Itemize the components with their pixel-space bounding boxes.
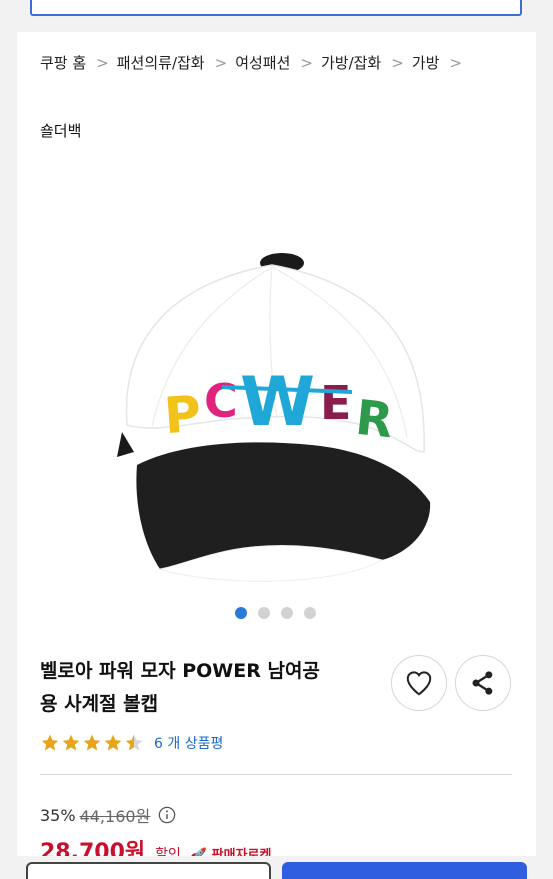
carousel-indicator [235,607,316,619]
chevron-right-icon: > [391,53,404,72]
letter-o: C [204,374,238,428]
star-icon [125,734,143,751]
breadcrumb-bags-goods[interactable]: 가방/잡화 [321,52,381,73]
search-box[interactable] [30,0,522,16]
price-row: 35% 44,160원 [40,803,176,827]
share-button[interactable] [455,655,511,711]
carousel-dot[interactable] [235,607,247,619]
star-rating [40,733,144,753]
wishlist-button[interactable] [391,655,447,711]
divider [40,774,512,775]
star-icon [104,734,122,751]
product-title-line2: 용 사계절 볼캡 [40,693,159,715]
top-bar [0,0,553,32]
product-title-line1: 벨로아 파워 모자 POWER 남여공 [40,660,320,682]
add-to-cart-button[interactable] [26,862,271,879]
chevron-right-icon: > [300,53,313,72]
letter-e: E [320,376,351,430]
review-count-link[interactable]: 6 개 상품평 [154,733,223,753]
chevron-right-icon: > [214,53,228,72]
product-page: 쿠팡 홈 > 패션의류/잡화 > 여성패션 > 가방/잡화 > 가방 > 숄더백… [17,32,536,879]
letter-p: P [162,385,203,445]
breadcrumb-home[interactable]: 쿠팡 홈 [40,52,86,73]
share-icon [472,671,493,695]
breadcrumb-shoulder-bag[interactable]: 숄더백 [40,120,81,141]
star-icon [62,734,80,751]
chevron-right-icon: > [96,53,109,72]
info-icon[interactable] [158,806,176,824]
breadcrumb-women-fashion[interactable]: 여성패션 [235,52,290,73]
star-icon [83,734,101,751]
letter-r: R [353,390,396,450]
breadcrumb: 쿠팡 홈 > 패션의류/잡화 > 여성패션 > 가방/잡화 > 가방 > [40,52,470,73]
buy-now-button[interactable] [282,862,527,879]
carousel-dot[interactable] [304,607,316,619]
rating-row: 6 개 상품평 [40,733,223,753]
original-price: 44,160원 [79,807,151,826]
product-image[interactable]: P C W E R [112,247,432,592]
letter-w: W [240,363,315,442]
carousel-dot[interactable] [281,607,293,619]
breadcrumb-fashion[interactable]: 패션의류/잡화 [117,52,205,73]
star-icon [41,734,59,751]
carousel-dot[interactable] [258,607,270,619]
discount-percent: 35% [40,805,76,825]
heart-icon [406,671,432,696]
product-title: 벨로아 파워 모자 POWER 남여공 용 사계절 볼캡 [40,655,360,721]
chevron-right-icon: > [449,53,462,72]
breadcrumb-bags[interactable]: 가방 [412,52,440,73]
cap-strap [117,432,134,457]
